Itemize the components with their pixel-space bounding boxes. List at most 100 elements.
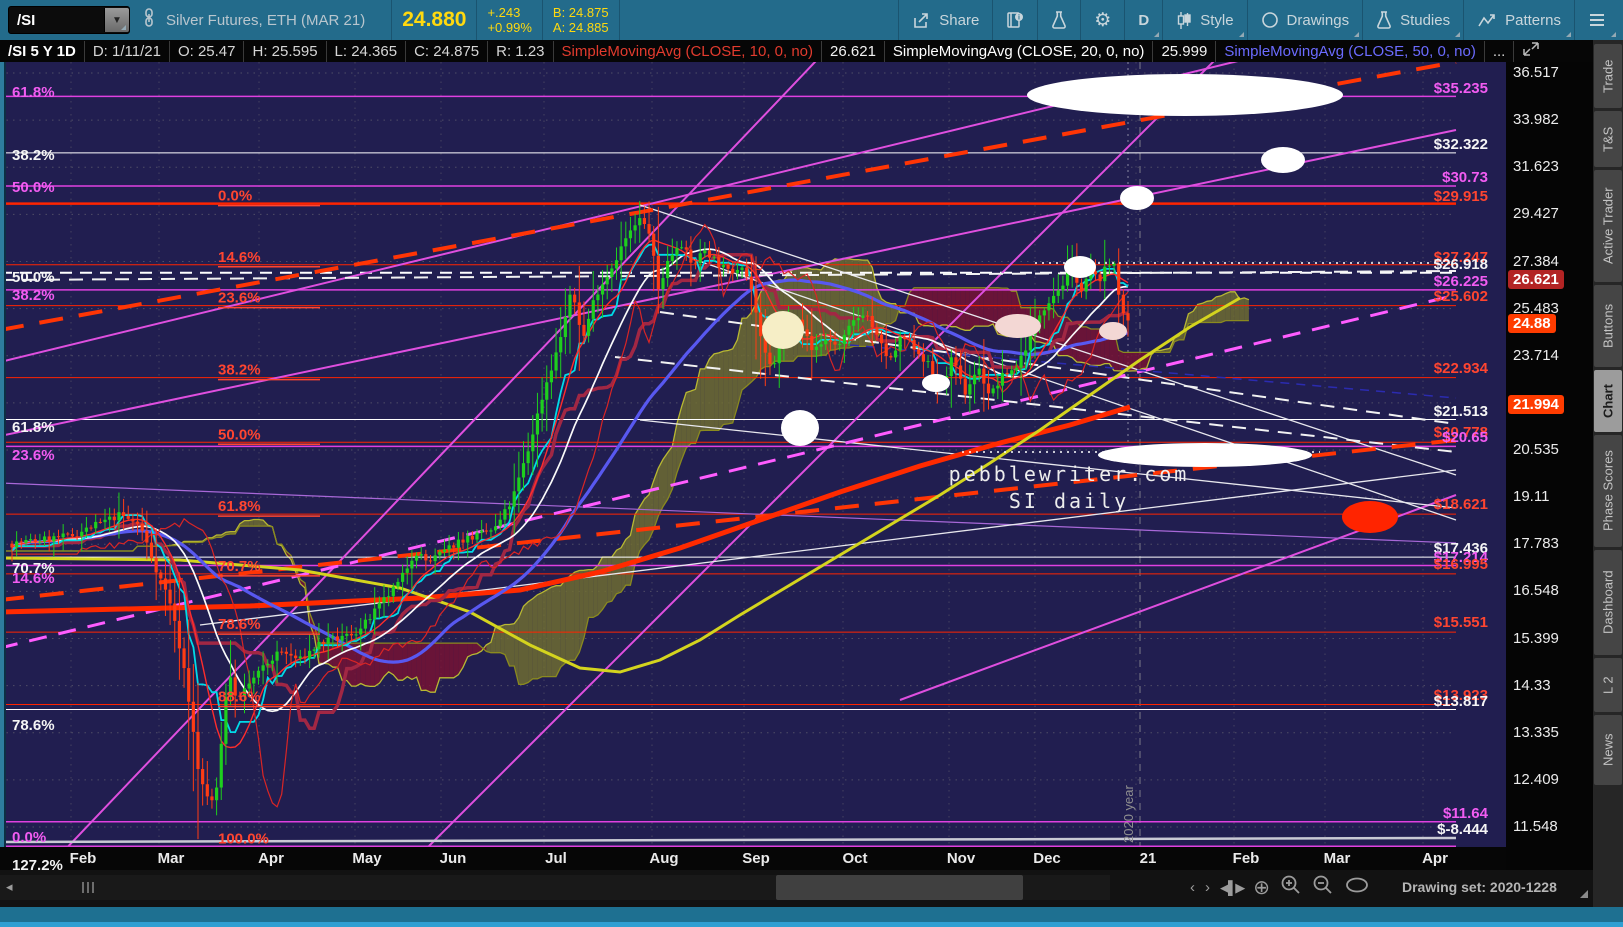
change-stack: +.243 +0.99% xyxy=(487,5,531,35)
settings-button[interactable]: ⚙ xyxy=(1081,0,1124,40)
divider-grip[interactable] xyxy=(82,882,94,893)
page-left-icon[interactable]: ‹ xyxy=(1190,879,1195,896)
price-level-label: $11.64 xyxy=(1443,805,1489,822)
axis-tick: 20.535 xyxy=(1513,441,1559,458)
studies-button[interactable]: Studies xyxy=(1363,0,1463,40)
divider xyxy=(391,0,393,40)
fib-label-mid: 14.6% xyxy=(218,249,261,266)
fib-label-left: 78.6% xyxy=(12,717,55,734)
drawings-button[interactable]: Drawings xyxy=(1248,0,1363,40)
time-axis[interactable]: Feb Mar Apr May Jun Jul Aug Sep Oct Nov Dec 21 Feb Ma… xyxy=(0,847,1506,870)
link-icon[interactable] xyxy=(142,7,156,33)
symbol-input[interactable]: /SI xyxy=(9,12,104,29)
tab-active-trader[interactable]: Active Trader xyxy=(1594,170,1622,282)
share-button[interactable]: Share xyxy=(899,0,992,40)
month-label: Oct xyxy=(842,850,868,867)
beaker-icon xyxy=(1051,10,1067,30)
price-badge: 24.88 xyxy=(1508,314,1556,334)
tab-chart[interactable]: Chart xyxy=(1594,370,1622,432)
timeframe-button[interactable]: D xyxy=(1125,0,1162,40)
fib-label-left: 50.0% xyxy=(12,269,55,286)
style-button[interactable]: Style xyxy=(1163,0,1246,40)
price-level-label: $35.235 xyxy=(1434,80,1488,97)
fib-label-mid: 38.2% xyxy=(218,362,261,379)
share-icon xyxy=(912,12,931,29)
study2-label[interactable]: SimpleMovingAvg (CLOSE, 20, 0, no) xyxy=(885,40,1154,62)
price-level-label: $20.65 xyxy=(1442,429,1488,446)
annotation-ellipse xyxy=(1342,501,1398,533)
symbol-description: Silver Futures, ETH (MAR 21) xyxy=(166,11,366,29)
study3-label[interactable]: SimpleMovingAvg (CLOSE, 50, 0, no) xyxy=(1216,40,1485,62)
annotation-ellipse xyxy=(922,374,950,392)
chart-describe-button[interactable]: i xyxy=(993,0,1037,40)
collapse-header-icon[interactable] xyxy=(1520,40,1542,62)
axis-tick: 15.399 xyxy=(1513,629,1559,647)
divider xyxy=(541,0,543,40)
annotation-ellipse xyxy=(781,410,819,446)
axis-tick: 17.783 xyxy=(1513,535,1559,553)
header-ellipsis[interactable]: ... xyxy=(1485,40,1515,62)
month-label: May xyxy=(352,850,382,867)
fib-label-left: 61.8% xyxy=(12,84,55,101)
scrollbar-thumb[interactable] xyxy=(776,875,1023,900)
fib-label-mid: 61.8% xyxy=(218,498,261,515)
patterns-button[interactable]: Patterns xyxy=(1464,0,1574,40)
plot-left-border xyxy=(0,62,6,847)
toolbar-buttons: Share i ⚙ D Style Drawings Studies Patte… xyxy=(898,0,1623,40)
circle-icon xyxy=(1261,11,1279,29)
study1-label[interactable]: SimpleMovingAvg (CLOSE, 10, 0, no) xyxy=(554,40,823,62)
tab-dashboard[interactable]: Dashboard xyxy=(1594,550,1622,655)
bid-value: B: 24.875 xyxy=(552,5,609,20)
open-field: O: 25.47 xyxy=(170,40,245,62)
ask-value: A: 24.885 xyxy=(552,20,609,35)
price-level-label: $26.918 xyxy=(1434,256,1488,273)
annotation-ellipse xyxy=(1099,322,1127,340)
pan-icon[interactable]: ⊕ xyxy=(1253,875,1270,900)
fib-label-left: 14.6% xyxy=(12,570,55,587)
month-label: Dec xyxy=(1033,850,1061,867)
price-level-label: $30.73 xyxy=(1442,169,1488,186)
month-label: Sep xyxy=(742,850,770,867)
price-axis[interactable]: 36.517 33.982 31.623 29.427 27.384 25.483 23.7… xyxy=(1506,62,1593,870)
quick-study-button[interactable] xyxy=(1038,0,1080,40)
symbol-dropdown[interactable]: /SI ▼ xyxy=(8,6,130,34)
maximize-menu-button[interactable] xyxy=(1575,0,1619,40)
high-field: H: 25.595 xyxy=(244,40,327,62)
scroll-left-icon[interactable]: ◂ xyxy=(6,879,13,895)
watermark: SI daily xyxy=(1009,489,1129,513)
month-label: Apr xyxy=(1422,850,1448,867)
fib-label-mid: 100.0% xyxy=(218,831,269,848)
fib-label-left: 38.2% xyxy=(12,147,55,164)
tab-t-s[interactable]: T&S xyxy=(1594,111,1622,167)
page-right-icon[interactable]: › xyxy=(1205,879,1210,896)
candle-icon xyxy=(1176,11,1192,30)
tab-trade[interactable]: Trade xyxy=(1594,44,1622,108)
zoom-in-icon[interactable] xyxy=(1280,874,1302,901)
drawing-set-label[interactable]: Drawing set: 2020-1228 xyxy=(1402,879,1557,895)
bottom-edge-bar xyxy=(0,907,1623,927)
change-percent: +0.99% xyxy=(487,20,532,35)
price-badge: 26.621 xyxy=(1508,270,1564,289)
month-label: Mar xyxy=(1323,850,1351,867)
axis-tick: 11.548 xyxy=(1513,818,1558,835)
low-field: L: 24.365 xyxy=(327,40,407,62)
fib-label-left: 38.2% xyxy=(12,287,55,304)
fib-label-mid: 88.6% xyxy=(218,689,261,706)
price-level-label: $16.995 xyxy=(1434,556,1488,573)
price-level-label: $18.621 xyxy=(1434,496,1488,513)
resize-corner[interactable] xyxy=(1580,890,1588,898)
tab-phase-scores[interactable]: Phase Scores xyxy=(1594,435,1622,547)
fib-label-left: 50.0% xyxy=(12,179,55,196)
price-level-label: $25.602 xyxy=(1434,288,1488,305)
last-price: 24.880 xyxy=(402,8,467,31)
oval-tool-icon[interactable] xyxy=(1344,875,1370,900)
auto-shift-icon[interactable]: ◀▌▶ xyxy=(1220,880,1245,896)
tab-buttons[interactable]: Buttons xyxy=(1594,285,1622,367)
axis-tick: 14.33 xyxy=(1513,676,1551,694)
axis-tick: 29.427 xyxy=(1513,205,1559,223)
tab-news[interactable]: News xyxy=(1594,715,1622,785)
axis-tick: 23.714 xyxy=(1513,346,1559,364)
tab-l-2[interactable]: L 2 xyxy=(1594,658,1622,712)
chevron-down-icon[interactable]: ▼ xyxy=(104,8,129,32)
zoom-out-icon[interactable] xyxy=(1312,874,1334,901)
